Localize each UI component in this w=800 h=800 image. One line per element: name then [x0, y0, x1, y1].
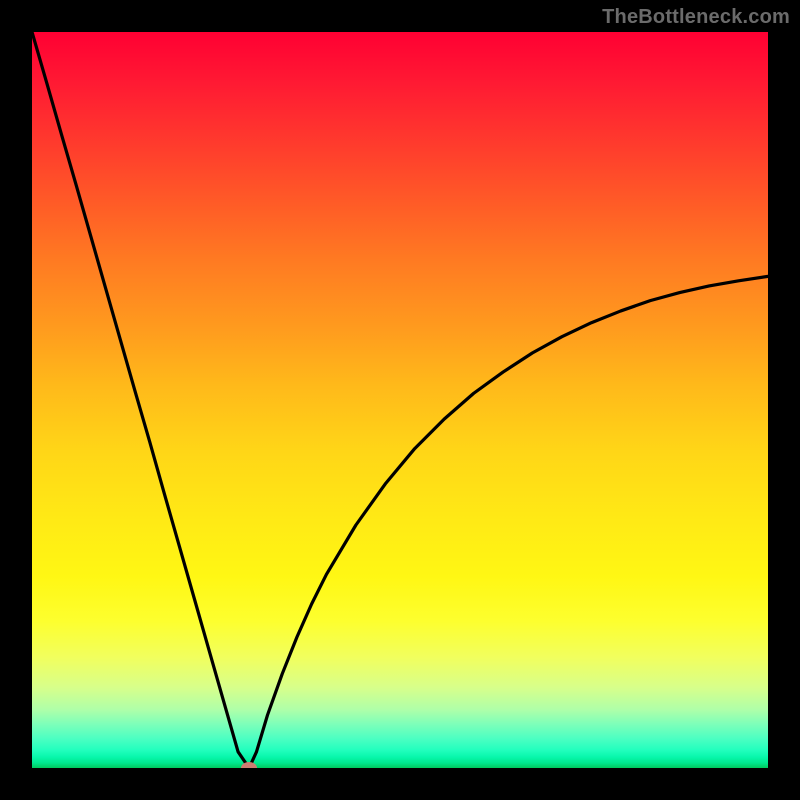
chart-frame: TheBottleneck.com: [0, 0, 800, 800]
plot-area: [32, 32, 768, 768]
curve-layer: [32, 32, 768, 768]
bottleneck-curve: [32, 32, 768, 768]
watermark-text: TheBottleneck.com: [602, 6, 790, 29]
optimal-point-marker: [241, 762, 257, 768]
